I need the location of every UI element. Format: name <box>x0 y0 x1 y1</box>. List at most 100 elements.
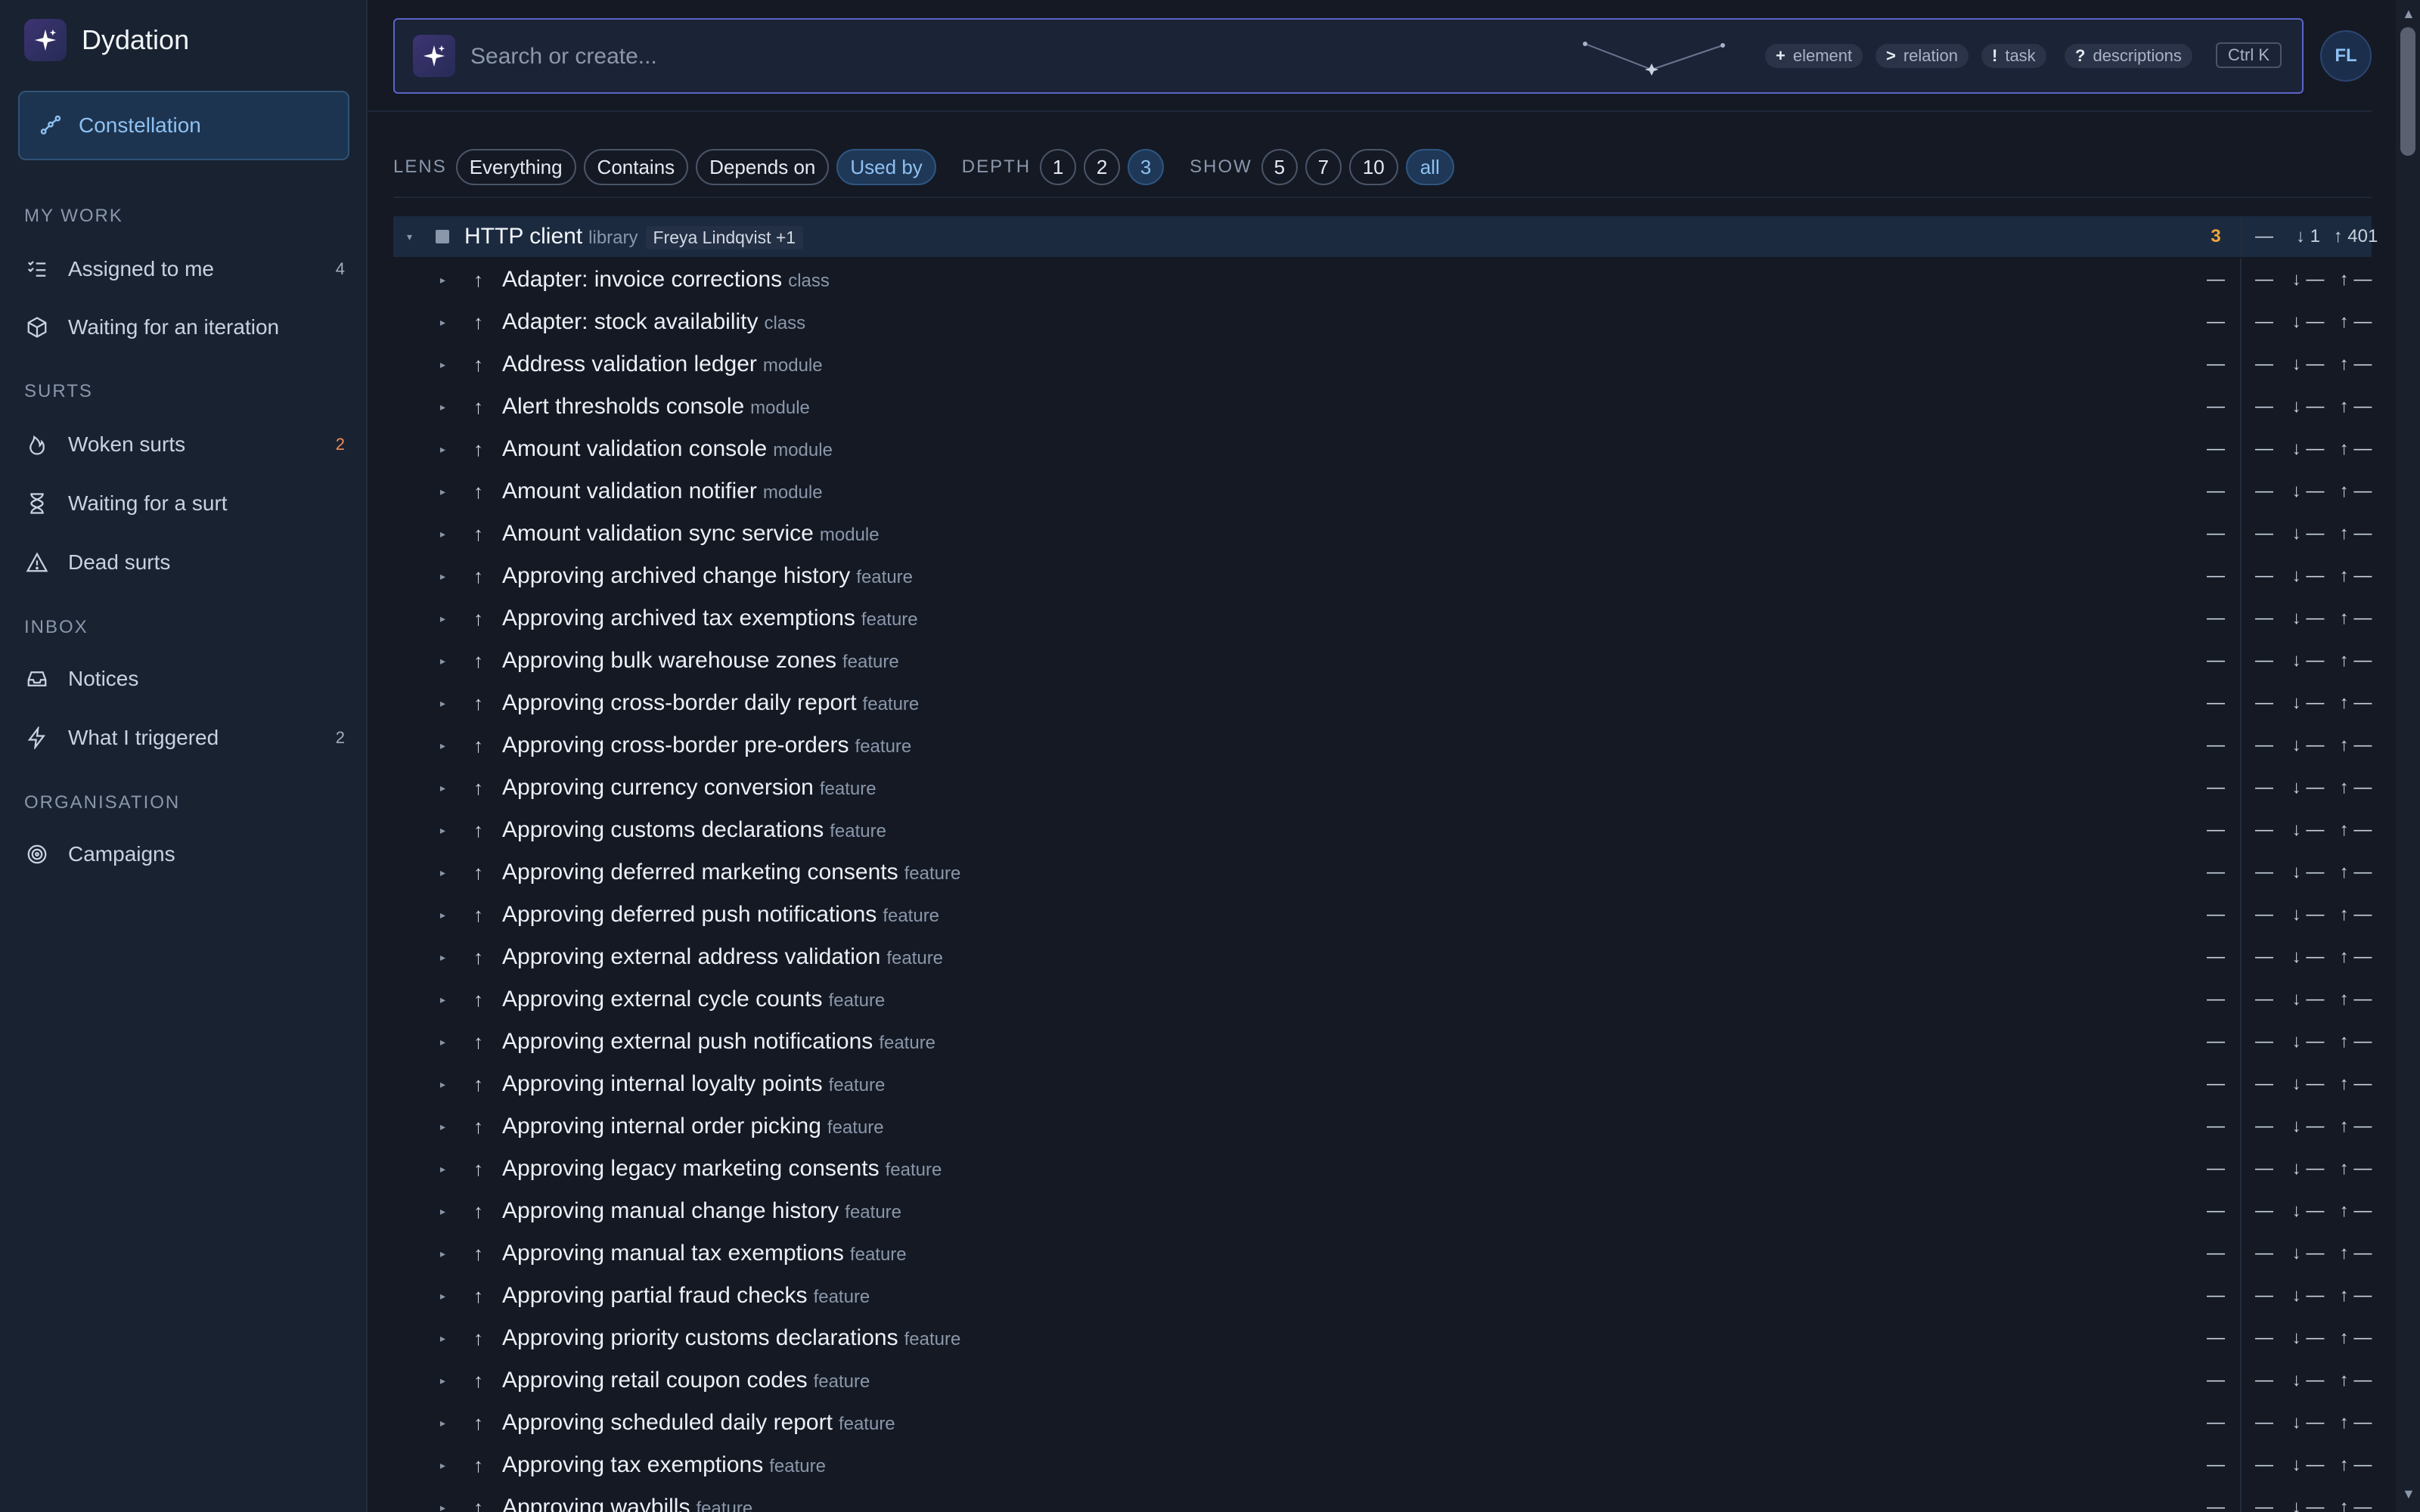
caret-right-icon[interactable]: ▸ <box>440 443 445 456</box>
scrollbar[interactable]: ▲ ▼ <box>2396 0 2420 1512</box>
show-all[interactable]: all <box>1405 149 1454 185</box>
lens-depends-on[interactable]: Depends on <box>696 149 830 185</box>
depth-1[interactable]: 1 <box>1040 149 1077 185</box>
tree-row[interactable]: ▸ ↑ Approving internal order picking featur… <box>393 1105 2372 1148</box>
caret-right-icon[interactable]: ▸ <box>440 1036 445 1049</box>
tree-row[interactable]: ▸ ↑ Alert thresholds console module — — ↓ — ↑ — <box>393 386 2372 428</box>
caret-right-icon[interactable]: ▸ <box>440 485 445 498</box>
caret-right-icon[interactable]: ▸ <box>440 782 445 795</box>
element-name[interactable]: Approving external push notifications fea… <box>502 1029 935 1055</box>
nav-item-woken-surts[interactable]: Woken surts 2 <box>24 423 345 466</box>
caret-right-icon[interactable]: ▸ <box>440 655 445 668</box>
caret-right-icon[interactable]: ▸ <box>440 697 445 710</box>
brand[interactable]: Dydation <box>24 18 189 62</box>
scroll-up-icon[interactable]: ▲ <box>2402 6 2415 22</box>
element-name[interactable]: Amount validation console module <box>502 436 833 462</box>
tree-row[interactable]: ▸ ↑ Approving manual change history feature… <box>393 1190 2372 1232</box>
show-10[interactable]: 10 <box>1348 149 1398 185</box>
caret-right-icon[interactable]: ▸ <box>440 1374 445 1387</box>
tree-row[interactable]: ▸ ↑ Approving scheduled daily report featur… <box>393 1402 2372 1444</box>
element-name[interactable]: Approving customs declarations feature <box>502 817 886 843</box>
command-search-bar[interactable]: + element > relation ! task ? descriptions C… <box>393 18 2304 94</box>
scroll-thumb[interactable] <box>2400 27 2415 156</box>
element-name[interactable]: Approving archived tax exemptions feature <box>502 606 918 631</box>
caret-right-icon[interactable]: ▸ <box>440 951 445 964</box>
caret-right-icon[interactable]: ▸ <box>440 1078 445 1091</box>
tree-root-row[interactable]: ▾ HTTP client library Freya Lindqvist +1 3… <box>393 216 2378 257</box>
element-name[interactable]: Approving internal order picking feature <box>502 1114 884 1139</box>
show-7[interactable]: 7 <box>1305 149 1342 185</box>
element-name[interactable]: Approving partial fraud checks feature <box>502 1283 870 1309</box>
caret-right-icon[interactable]: ▸ <box>440 1163 445 1176</box>
tree-row[interactable]: ▸ ↑ Amount validation console module — — ↓ — ↑ … <box>393 428 2372 470</box>
caret-right-icon[interactable]: ▸ <box>440 1501 445 1512</box>
lens-everything[interactable]: Everything <box>455 149 576 185</box>
tree-row[interactable]: ▸ ↑ Approving customs declarations feature —… <box>393 809 2372 851</box>
user-avatar[interactable]: FL <box>2320 30 2372 82</box>
nav-item-assigned-to-me[interactable]: Assigned to me 4 <box>24 248 345 290</box>
scroll-down-icon[interactable]: ▼ <box>2402 1486 2415 1502</box>
tree-row[interactable]: ▸ ↑ Approving archived tax exemptions featu… <box>393 597 2372 640</box>
tree-row[interactable]: ▸ ↑ Approving waybills feature — — ↓ — ↑ — <box>393 1486 2372 1512</box>
nav-item-notices[interactable]: Notices <box>24 658 345 700</box>
element-name[interactable]: Approving internal loyalty points feature <box>502 1071 885 1097</box>
tree-row[interactable]: ▸ ↑ Approving bulk warehouse zones feature —… <box>393 640 2372 682</box>
element-name[interactable]: Approving currency conversion feature <box>502 775 876 801</box>
element-name[interactable]: Amount validation notifier module <box>502 479 823 504</box>
search-input[interactable] <box>470 36 1151 77</box>
caret-right-icon[interactable]: ▸ <box>440 739 445 752</box>
tree-row[interactable]: ▸ ↑ Approving manual tax exemptions feature… <box>393 1232 2372 1275</box>
element-name[interactable]: Approving bulk warehouse zones feature <box>502 648 899 674</box>
tree-row[interactable]: ▸ ↑ Approving deferred marketing consents f… <box>393 851 2372 894</box>
element-name[interactable]: Approving manual tax exemptions feature <box>502 1241 907 1266</box>
element-name[interactable]: Amount validation sync service module <box>502 521 880 547</box>
lens-contains[interactable]: Contains <box>583 149 689 185</box>
tree-row[interactable]: ▸ ↑ Approving external address validation f… <box>393 936 2372 978</box>
hint-task[interactable]: ! task <box>1981 44 2046 68</box>
tree-row[interactable]: ▸ ↑ Approving internal loyalty points featu… <box>393 1063 2372 1105</box>
caret-right-icon[interactable]: ▸ <box>440 1247 445 1260</box>
hint-element[interactable]: + element <box>1765 44 1863 68</box>
element-name[interactable]: Approving manual change history feature <box>502 1198 901 1224</box>
element-name[interactable]: Approving deferred marketing consents fea… <box>502 860 960 885</box>
tree-row[interactable]: ▸ ↑ Approving currency conversion feature — —… <box>393 767 2372 809</box>
nav-item-campaigns[interactable]: Campaigns <box>24 833 345 875</box>
caret-down-icon[interactable]: ▾ <box>407 231 412 243</box>
caret-right-icon[interactable]: ▸ <box>440 274 445 287</box>
hint-descriptions[interactable]: ? descriptions <box>2065 44 2192 68</box>
caret-right-icon[interactable]: ▸ <box>440 358 445 371</box>
tree-row[interactable]: ▸ ↑ Approving partial fraud checks feature —… <box>393 1275 2372 1317</box>
caret-right-icon[interactable]: ▸ <box>440 1205 445 1218</box>
caret-right-icon[interactable]: ▸ <box>440 528 445 541</box>
element-name[interactable]: Approving scheduled daily report feature <box>502 1410 895 1436</box>
caret-right-icon[interactable]: ▸ <box>440 1120 445 1133</box>
element-name[interactable]: Approving external cycle counts feature <box>502 987 885 1012</box>
tree-row[interactable]: ▸ ↑ Approving priority customs declaration… <box>393 1317 2372 1359</box>
caret-right-icon[interactable]: ▸ <box>440 570 445 583</box>
element-name[interactable]: Alert thresholds console module <box>502 394 810 420</box>
tree-row[interactable]: ▸ ↑ Approving archived change history featu… <box>393 555 2372 597</box>
hint-relation[interactable]: > relation <box>1876 44 1969 68</box>
caret-right-icon[interactable]: ▸ <box>440 1459 445 1472</box>
caret-right-icon[interactable]: ▸ <box>440 824 445 837</box>
tree-row[interactable]: ▸ ↑ Amount validation notifier module — — ↓ — ↑… <box>393 470 2372 513</box>
caret-right-icon[interactable]: ▸ <box>440 1332 445 1345</box>
tree-row[interactable]: ▸ ↑ Adapter: invoice corrections class — — ↓ —… <box>393 259 2372 301</box>
tree-row[interactable]: ▸ ↑ Approving retail coupon codes feature — —… <box>393 1359 2372 1402</box>
element-name[interactable]: Approving priority customs declarations f… <box>502 1325 960 1351</box>
element-name[interactable]: Approving legacy marketing consents featu… <box>502 1156 942 1182</box>
depth-3[interactable]: 3 <box>1128 149 1165 185</box>
caret-right-icon[interactable]: ▸ <box>440 866 445 879</box>
caret-right-icon[interactable]: ▸ <box>440 316 445 329</box>
caret-right-icon[interactable]: ▸ <box>440 401 445 414</box>
tree-row[interactable]: ▸ ↑ Address validation ledger module — — ↓ — ↑ … <box>393 343 2372 386</box>
element-name[interactable]: Approving archived change history feature <box>502 563 913 589</box>
tree-row[interactable]: ▸ ↑ Amount validation sync service module — —… <box>393 513 2372 555</box>
element-name[interactable]: Address validation ledger module <box>502 352 823 377</box>
tree-row[interactable]: ▸ ↑ Approving tax exemptions feature — — ↓ — ↑ … <box>393 1444 2372 1486</box>
tree-row[interactable]: ▸ ↑ Approving cross-border pre-orders featu… <box>393 724 2372 767</box>
element-name[interactable]: Approving waybills feature <box>502 1495 752 1512</box>
nav-item-constellation[interactable]: Constellation <box>18 91 349 160</box>
element-name[interactable]: Approving cross-border pre-orders feature <box>502 733 911 758</box>
tree-row[interactable]: ▸ ↑ Approving legacy marketing consents fea… <box>393 1148 2372 1190</box>
